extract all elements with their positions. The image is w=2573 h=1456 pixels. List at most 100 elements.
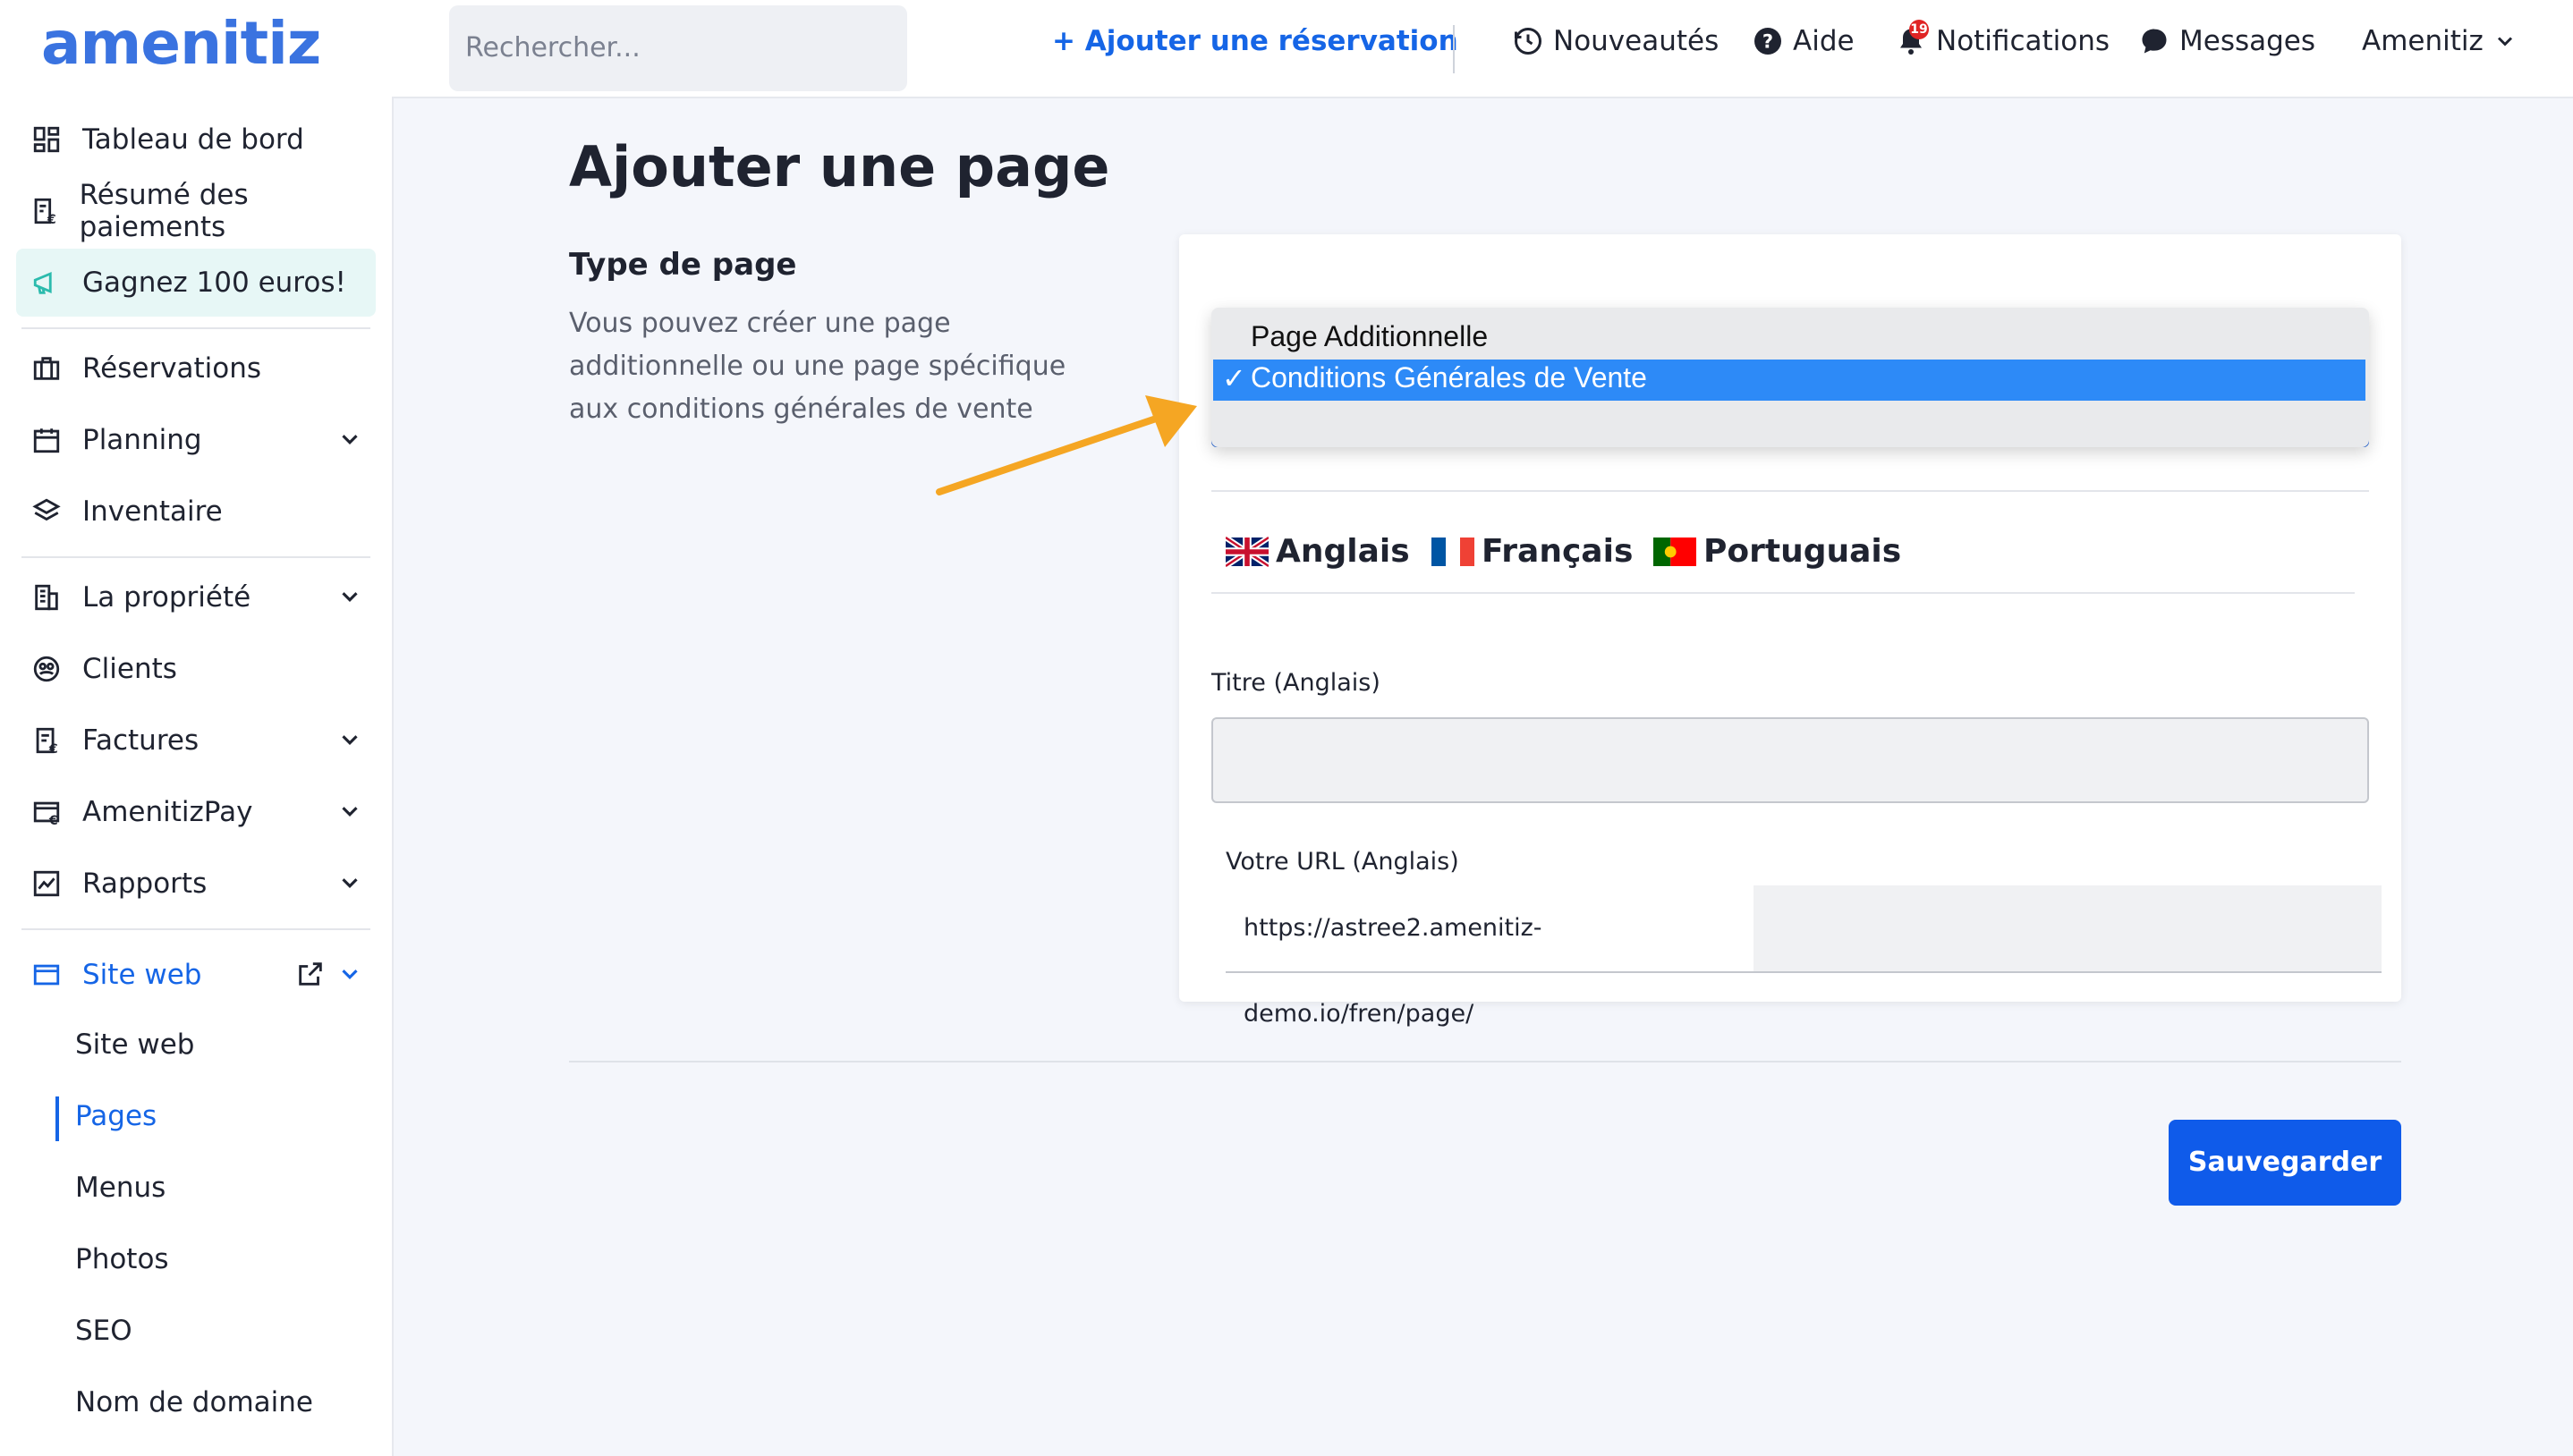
search-input[interactable]: Rechercher... — [449, 5, 907, 91]
url-label: Votre URL (Anglais) — [1226, 848, 1459, 876]
sidebar-item-label: Réservations — [82, 352, 262, 385]
portugal-flag-icon — [1653, 537, 1696, 566]
external-link-icon[interactable] — [295, 959, 326, 989]
help-link[interactable]: ? Aide — [1752, 25, 1855, 57]
sidebar-item-label: AmenitizPay — [82, 796, 253, 828]
title-label: Titre (Anglais) — [1211, 669, 1380, 697]
title-input[interactable] — [1211, 717, 2369, 803]
tab-label: Portuguais — [1703, 533, 1902, 570]
sidebar-item-label: Factures — [82, 724, 200, 757]
sidebar-item-reservations[interactable]: Réservations — [16, 334, 376, 402]
chevron-down-icon — [342, 969, 358, 979]
sidebar-item-reports[interactable]: Rapports — [16, 850, 376, 918]
active-indicator — [55, 1096, 59, 1141]
france-flag-icon — [1431, 537, 1474, 566]
tabs-divider — [1211, 592, 2355, 594]
tab-label: Anglais — [1276, 533, 1410, 570]
add-reservation-button[interactable]: + Ajouter une réservation — [1052, 25, 1458, 57]
page-type-dropdown: Page Additionnelle ✓ Conditions Générale… — [1211, 308, 2369, 447]
svg-text:€: € — [48, 742, 58, 756]
sidebar-item-dashboard[interactable]: Tableau de bord — [16, 106, 376, 174]
chat-icon — [2142, 29, 2167, 54]
sidebar-subitem-photos[interactable]: Photos — [75, 1243, 169, 1275]
sidebar-item-label: La propriété — [82, 581, 251, 614]
clients-icon — [29, 651, 64, 687]
sidebar-item-invoices[interactable]: € Factures — [16, 707, 376, 775]
sidebar-item-amenitizpay[interactable]: € AmenitizPay — [16, 778, 376, 846]
messages-link[interactable]: Messages — [2138, 25, 2315, 57]
save-button[interactable]: Sauvegarder — [2169, 1120, 2401, 1206]
account-menu[interactable]: Amenitiz — [2362, 25, 2518, 57]
chart-icon — [29, 866, 64, 902]
messages-label: Messages — [2179, 25, 2316, 57]
calendar-icon — [29, 422, 64, 458]
svg-text:?: ? — [1762, 31, 1773, 53]
megaphone-icon — [29, 265, 64, 301]
sidebar-subitem-menus[interactable]: Menus — [75, 1172, 166, 1204]
dashboard-icon — [29, 122, 64, 157]
sidebar-item-label: Site web — [82, 959, 202, 991]
chevron-down-icon — [342, 435, 358, 444]
card-icon: € — [29, 794, 64, 830]
sidebar-item-planning[interactable]: Planning — [16, 406, 376, 474]
option-additional-page[interactable]: Page Additionnelle — [1251, 320, 1488, 353]
nav-divider — [1453, 25, 1455, 73]
chevron-down-icon — [342, 807, 358, 817]
add-reservation-label: Ajouter une réservation — [1084, 25, 1458, 57]
checkmark-icon: ✓ — [1222, 361, 1246, 395]
sidebar-item-label: Rapports — [82, 868, 208, 900]
sidebar-item-website[interactable]: Site web — [16, 941, 376, 1009]
annotation-arrow-icon — [936, 395, 1197, 495]
notifications-label: Notifications — [1936, 25, 2110, 57]
sidebar-divider — [21, 928, 370, 930]
news-link[interactable]: Nouveautés — [1512, 25, 1719, 57]
layers-icon — [29, 494, 64, 529]
sidebar-item-label: Résumé des paiements — [79, 179, 249, 243]
sidebar-item-label: Gagnez 100 euros! — [82, 267, 346, 299]
help-label: Aide — [1793, 25, 1855, 57]
sidebar-item-label: Tableau de bord — [82, 123, 304, 156]
tab-french[interactable]: Français — [1431, 533, 1633, 570]
building-icon — [29, 580, 64, 615]
sidebar-item-referral[interactable]: Gagnez 100 euros! — [16, 249, 376, 317]
tab-portuguese[interactable]: Portuguais — [1653, 533, 1901, 570]
chevron-down-icon — [342, 735, 358, 745]
sidebar-subitem-pages[interactable]: Pages — [75, 1100, 157, 1132]
tab-label: Français — [1482, 533, 1634, 570]
form-divider — [1211, 490, 2369, 492]
page-title: Ajouter une page — [569, 134, 1110, 199]
plus-icon: + — [1052, 25, 1085, 57]
svg-text:€: € — [47, 213, 56, 226]
option-label: Conditions Générales de Vente — [1251, 361, 1647, 394]
option-terms-selected[interactable]: ✓ Conditions Générales de Vente — [1213, 360, 2365, 401]
account-label: Amenitiz — [2362, 25, 2484, 57]
help-icon: ? — [1754, 28, 1781, 55]
chevron-down-icon — [342, 592, 358, 602]
sidebar-item-label: Planning — [82, 424, 202, 456]
sidebar-item-label: Inventaire — [82, 495, 223, 528]
uk-flag-icon — [1226, 536, 1269, 567]
sidebar-item-label: Clients — [82, 653, 177, 685]
sidebar-subitem-website[interactable]: Site web — [75, 1029, 194, 1061]
browser-icon — [29, 957, 64, 993]
svg-text:€: € — [48, 814, 58, 827]
sidebar-item-clients[interactable]: Clients — [16, 635, 376, 703]
sidebar-subitem-domain[interactable]: Nom de domaine — [75, 1386, 313, 1418]
sidebar-item-inventory[interactable]: Inventaire — [16, 478, 376, 546]
section-title: Type de page — [569, 247, 797, 283]
chevron-down-icon — [2497, 37, 2512, 47]
sidebar-subitem-seo[interactable]: SEO — [75, 1315, 132, 1347]
sidebar-item-property[interactable]: La propriété — [16, 563, 376, 631]
amenitiz-logo[interactable]: amenitiz — [41, 9, 321, 78]
sidebar-divider — [21, 327, 370, 329]
footer-divider — [569, 1061, 2401, 1062]
history-icon — [1515, 28, 1541, 55]
sidebar-divider — [21, 556, 370, 558]
sidebar-item-payments[interactable]: € Résumé des paiements — [16, 177, 376, 245]
news-label: Nouveautés — [1553, 25, 1720, 57]
invoice-icon: € — [29, 723, 64, 758]
top-bar: amenitiz Rechercher... + Ajouter une rés… — [0, 0, 2573, 98]
url-prefix: https://astree2.amenitiz-demo.io/fren/pa… — [1226, 885, 1754, 1028]
url-input[interactable]: https://astree2.amenitiz-demo.io/fren/pa… — [1226, 885, 2382, 1028]
tab-english[interactable]: Anglais — [1226, 533, 1410, 570]
